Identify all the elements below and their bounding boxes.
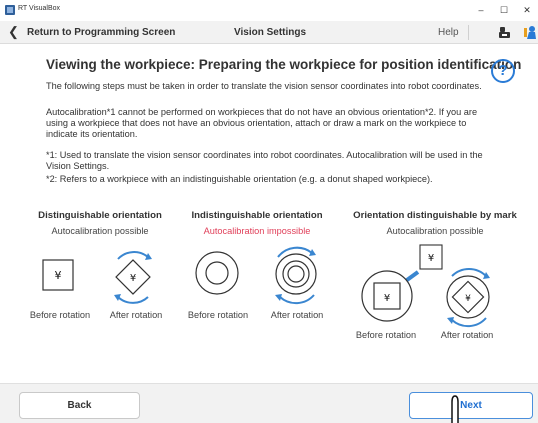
workpiece-square-after-icon: ¥ xyxy=(114,251,152,304)
caption-after-rotation-1: After rotation xyxy=(109,310,163,320)
robot-icon[interactable] xyxy=(498,26,511,39)
help-link[interactable]: Help xyxy=(438,27,459,38)
person-icon[interactable] xyxy=(523,25,538,40)
maximize-button[interactable]: ☐ xyxy=(496,3,512,17)
next-button[interactable]: Next xyxy=(409,392,533,419)
caption-before-rotation-3: Before rotation xyxy=(355,330,417,340)
screen-title: Vision Settings xyxy=(234,27,307,38)
window-title: RT VisualBox xyxy=(18,5,61,12)
caption-after-rotation-2: After rotation xyxy=(270,310,324,320)
close-button[interactable]: ✕ xyxy=(519,3,535,17)
chevron-left-icon[interactable]: ❮ xyxy=(8,24,19,40)
help-icon[interactable]: ? xyxy=(491,59,515,83)
minimize-button[interactable]: – xyxy=(473,3,489,17)
footnote-2: *2: Refers to a workpiece with an indist… xyxy=(46,174,433,184)
caption-after-rotation-3: After rotation xyxy=(440,330,494,340)
svg-text:¥: ¥ xyxy=(130,273,136,284)
return-to-programming-link[interactable]: Return to Programming Screen xyxy=(27,27,175,38)
caption-before-rotation-1: Before rotation xyxy=(29,310,91,320)
caption-before-rotation-2: Before rotation xyxy=(187,310,249,320)
header-divider xyxy=(468,25,469,40)
autocalibration-paragraph: Autocalibration*1 cannot be performed on… xyxy=(46,107,478,139)
svg-text:¥: ¥ xyxy=(465,294,471,304)
back-button[interactable]: Back xyxy=(19,392,140,419)
window-titlebar: RT VisualBox – ☐ ✕ xyxy=(0,0,538,21)
column-title-indistinguishable: Indistinguishable orientation xyxy=(191,210,323,221)
svg-text:¥: ¥ xyxy=(384,293,390,304)
intro-paragraph: The following steps must be taken in ord… xyxy=(46,81,482,91)
svg-text:¥: ¥ xyxy=(55,269,62,282)
column-status-distinguishable: Autocalibration possible xyxy=(51,226,149,236)
column-title-mark: Orientation distinguishable by mark xyxy=(353,210,517,221)
footnote-1: *1: Used to translate the vision sensor … xyxy=(46,150,483,171)
app-logo-icon xyxy=(5,5,15,15)
svg-text:¥: ¥ xyxy=(428,253,434,264)
donut-workpiece-before-icon xyxy=(195,251,239,295)
column-title-distinguishable: Distinguishable orientation xyxy=(38,210,162,221)
donut-workpiece-after-icon xyxy=(275,246,317,305)
app-header: ❮ Return to Programming Screen Vision Se… xyxy=(0,21,538,44)
column-status-mark: Autocalibration possible xyxy=(386,226,484,236)
page-heading: Viewing the workpiece: Preparing the wor… xyxy=(46,57,522,72)
workpiece-square-before-icon: ¥ xyxy=(42,259,74,291)
marked-workpiece-after-icon: ¥ xyxy=(446,267,490,328)
column-status-indistinguishable: Autocalibration impossible xyxy=(203,226,311,236)
hand-cursor-icon xyxy=(451,395,459,423)
